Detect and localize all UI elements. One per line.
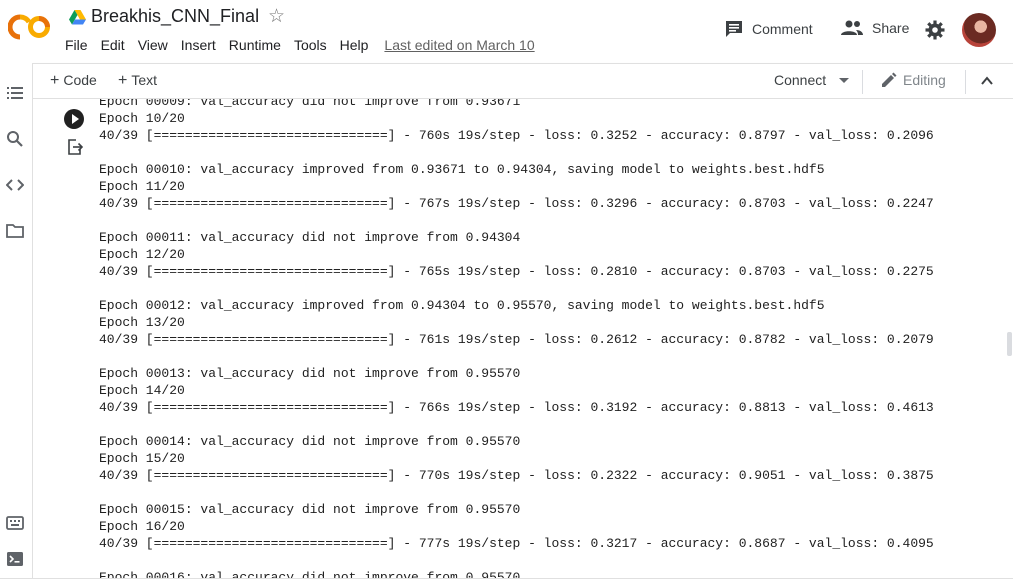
files-icon[interactable] bbox=[6, 222, 24, 240]
output-line: Epoch 00016: val_accuracy did not improv… bbox=[99, 570, 521, 578]
output-blank-line bbox=[99, 484, 1013, 501]
share-button[interactable]: Share bbox=[841, 20, 909, 36]
output-line: Epoch 00011: val_accuracy did not improv… bbox=[99, 230, 521, 245]
output-line: 40/39 [==============================] -… bbox=[99, 196, 934, 211]
toolbar-divider bbox=[862, 70, 863, 94]
menu-view[interactable]: View bbox=[138, 37, 168, 53]
output-blank-line bbox=[99, 280, 1013, 297]
menu-edit[interactable]: Edit bbox=[101, 37, 125, 53]
search-icon[interactable] bbox=[6, 130, 24, 148]
add-text-button[interactable]: + Text bbox=[118, 72, 157, 90]
menu-tools[interactable]: Tools bbox=[294, 37, 327, 53]
code-snippets-icon[interactable] bbox=[6, 176, 24, 194]
last-edited-link[interactable]: Last edited on March 10 bbox=[384, 37, 534, 53]
output-line: Epoch 00012: val_accuracy improved from … bbox=[99, 298, 825, 313]
training-log-output: Epoch 00009: val_accuracy did not improv… bbox=[99, 99, 1013, 578]
run-cell-button[interactable] bbox=[64, 109, 84, 129]
avatar[interactable] bbox=[962, 13, 996, 47]
menu-file[interactable]: File bbox=[65, 37, 88, 53]
menu-insert[interactable]: Insert bbox=[181, 37, 216, 53]
share-label: Share bbox=[872, 20, 910, 36]
star-icon[interactable]: ☆ bbox=[268, 7, 285, 27]
output-line: Epoch 12/20 bbox=[99, 247, 185, 262]
output-line: Epoch 00014: val_accuracy did not improv… bbox=[99, 434, 521, 449]
comment-icon bbox=[726, 21, 742, 37]
add-code-button[interactable]: + Code bbox=[50, 72, 97, 90]
comment-button[interactable]: Comment bbox=[725, 20, 813, 38]
connect-button[interactable]: Connect bbox=[774, 72, 826, 88]
output-actions-icon[interactable] bbox=[67, 139, 83, 155]
colab-logo[interactable] bbox=[8, 13, 52, 41]
output-blank-line bbox=[99, 144, 1013, 161]
table-of-contents-icon[interactable] bbox=[6, 84, 24, 102]
editing-mode-button[interactable]: Editing bbox=[881, 72, 946, 88]
output-line: Epoch 13/20 bbox=[99, 315, 185, 330]
header: Breakhis_CNN_Final ☆ File Edit View Inse… bbox=[0, 0, 1013, 62]
add-code-label: Code bbox=[63, 72, 97, 88]
chevron-down-icon[interactable] bbox=[839, 78, 849, 83]
add-text-label: Text bbox=[131, 72, 158, 88]
output-line: 40/39 [==============================] -… bbox=[99, 128, 934, 143]
notebook-toolbar: + Code + Text Connect Editing bbox=[33, 63, 1013, 99]
output-line: Epoch 00009: val_accuracy did not improv… bbox=[99, 99, 521, 109]
plus-icon: + bbox=[50, 72, 60, 89]
output-line: 40/39 [==============================] -… bbox=[99, 468, 934, 483]
toolbar-divider bbox=[965, 70, 966, 94]
editing-label: Editing bbox=[903, 72, 946, 88]
output-line: Epoch 10/20 bbox=[99, 111, 185, 126]
output-line: Epoch 16/20 bbox=[99, 519, 185, 534]
output-line: Epoch 14/20 bbox=[99, 383, 185, 398]
plus-icon: + bbox=[118, 72, 128, 89]
output-blank-line bbox=[99, 416, 1013, 433]
scrollbar[interactable] bbox=[1007, 332, 1012, 356]
google-drive-icon[interactable] bbox=[69, 10, 86, 25]
cell-output-area: Epoch 00009: val_accuracy did not improv… bbox=[33, 99, 1013, 578]
output-blank-line bbox=[99, 212, 1013, 229]
output-line: 40/39 [==============================] -… bbox=[99, 536, 934, 551]
pencil-icon bbox=[882, 72, 897, 87]
output-line: Epoch 11/20 bbox=[99, 179, 185, 194]
output-line: Epoch 00015: val_accuracy did not improv… bbox=[99, 502, 521, 517]
output-line: Epoch 00010: val_accuracy improved from … bbox=[99, 162, 825, 177]
output-blank-line bbox=[99, 552, 1013, 569]
notebook-title[interactable]: Breakhis_CNN_Final bbox=[91, 6, 259, 27]
output-line: Epoch 00013: val_accuracy did not improv… bbox=[99, 366, 521, 381]
menu-help[interactable]: Help bbox=[340, 37, 369, 53]
terminal-icon[interactable] bbox=[6, 550, 24, 568]
command-palette-icon[interactable] bbox=[6, 514, 24, 532]
menu-bar: File Edit View Insert Runtime Tools Help… bbox=[65, 37, 548, 53]
people-icon bbox=[841, 20, 863, 35]
status-bar bbox=[0, 578, 1013, 584]
left-sidebar bbox=[0, 63, 33, 584]
output-line: 40/39 [==============================] -… bbox=[99, 400, 934, 415]
gear-icon[interactable] bbox=[925, 20, 945, 40]
menu-runtime[interactable]: Runtime bbox=[229, 37, 281, 53]
output-blank-line bbox=[99, 348, 1013, 365]
output-line: Epoch 15/20 bbox=[99, 451, 185, 466]
output-line: 40/39 [==============================] -… bbox=[99, 332, 934, 347]
chevron-up-icon[interactable] bbox=[980, 74, 994, 88]
comment-label: Comment bbox=[752, 21, 813, 37]
output-line: 40/39 [==============================] -… bbox=[99, 264, 934, 279]
